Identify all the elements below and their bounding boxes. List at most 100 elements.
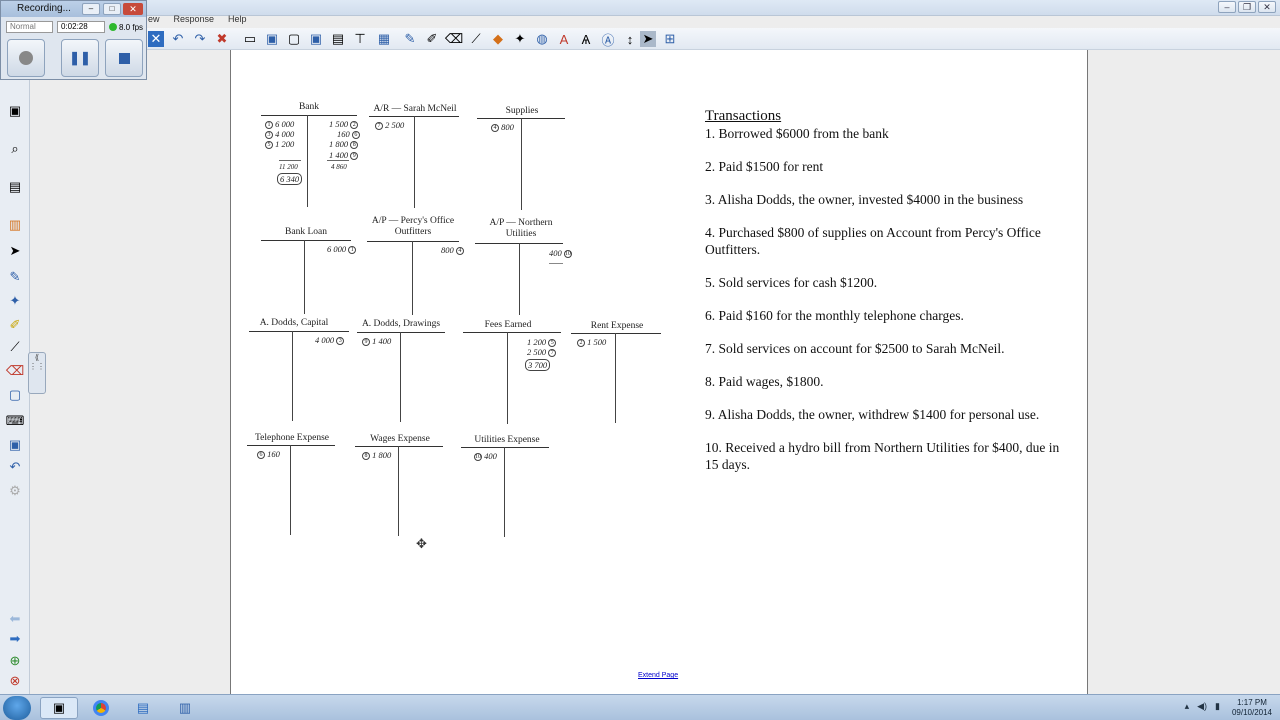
account-title: A. Dodds, Drawings bbox=[361, 319, 441, 329]
display-tool-icon[interactable]: ▣ bbox=[6, 436, 24, 454]
t-stem bbox=[507, 332, 508, 424]
select-icon[interactable]: ➤ bbox=[640, 31, 656, 47]
redo-icon[interactable]: ↷ bbox=[192, 31, 208, 47]
t-account-ap-northern-utilities: A/P — Northern Utilities 400 10 bbox=[475, 218, 579, 316]
transaction-item: 2. Paid $1500 for rent bbox=[705, 159, 824, 174]
entry-ref: 10 bbox=[563, 250, 572, 259]
table-icon[interactable]: ▦ bbox=[376, 31, 392, 47]
minimize-button[interactable]: – bbox=[1218, 1, 1236, 13]
sidebar-handle[interactable]: ⟪ ⋮⋮ bbox=[28, 352, 46, 394]
transaction-item: 3. Alisha Dodds, the owner, invested $40… bbox=[705, 192, 1024, 207]
monitor-icon[interactable]: ▢ bbox=[286, 31, 302, 47]
menu-response[interactable]: Response bbox=[172, 14, 217, 28]
restore-button[interactable]: ❐ bbox=[1238, 1, 1256, 13]
eraser-icon[interactable]: ⌫ bbox=[445, 31, 463, 47]
close-button[interactable]: ✕ bbox=[1258, 1, 1276, 13]
recorder-title-text: Recording... bbox=[17, 3, 71, 14]
line-icon[interactable]: ⟋ bbox=[468, 31, 484, 47]
entry-ref: 7 bbox=[375, 122, 383, 131]
t-stem bbox=[290, 445, 291, 535]
recorder-app-icon[interactable]: ▥ bbox=[166, 697, 204, 719]
highlighter-tool-icon[interactable]: ✐ bbox=[6, 316, 24, 334]
extend-page-link[interactable]: Extend Page bbox=[638, 672, 678, 679]
presentation-icon[interactable]: ▣ bbox=[308, 31, 324, 47]
t-account-rent-expense: Rent Expense 2 1 500 bbox=[571, 321, 663, 425]
recorder-maximize[interactable]: □ bbox=[103, 3, 121, 15]
add-page-icon[interactable]: ⊕ bbox=[6, 652, 24, 670]
settings-icon[interactable]: ⚙ bbox=[6, 482, 24, 500]
eraser-tool-icon[interactable]: ⌫ bbox=[6, 362, 24, 380]
network-icon[interactable]: ▮ bbox=[1215, 701, 1220, 712]
page-sorter-icon[interactable]: ▣ bbox=[6, 102, 24, 120]
entry-amount: 1 400 bbox=[372, 336, 392, 346]
screen-shade-icon[interactable]: ▭ bbox=[242, 31, 258, 47]
shapes-icon[interactable]: ◆ bbox=[490, 31, 506, 47]
whiteboard-canvas[interactable]: Bank 1 6 000 3 4 000 5 1 200 1 500 2 160… bbox=[230, 50, 1088, 694]
gallery-icon[interactable]: ▤ bbox=[6, 178, 24, 196]
menu-bar: ew Response Help bbox=[146, 14, 249, 28]
pen-tool-icon[interactable]: ✎ bbox=[6, 268, 24, 286]
transaction-item: 6. Paid $160 for the monthly telephone c… bbox=[705, 308, 964, 323]
addons-icon[interactable]: ▥ bbox=[6, 216, 24, 234]
entry-amount: 1 800 bbox=[372, 450, 392, 460]
select-tool-icon[interactable]: ➤ bbox=[6, 242, 24, 260]
entry-ref: 1 bbox=[265, 121, 273, 130]
line-tool-icon[interactable]: ⟋ bbox=[6, 338, 24, 356]
t-account-wages-expense: Wages Expense 8 1 800 bbox=[355, 434, 447, 538]
t-account-supplies: Supplies 4 800 bbox=[477, 106, 567, 210]
t-bar bbox=[571, 333, 661, 334]
fill-icon[interactable]: ◍ bbox=[534, 31, 550, 47]
pause-button[interactable]: ❚❚ bbox=[61, 39, 99, 77]
entry-ref: 9 bbox=[350, 152, 359, 161]
display-icon[interactable]: ▣ bbox=[264, 31, 280, 47]
chrome-icon[interactable] bbox=[82, 697, 120, 719]
entry-amount: 400 bbox=[549, 248, 562, 258]
undo-tool-icon[interactable]: ↶ bbox=[6, 458, 24, 476]
document-camera-icon[interactable]: ⊤ bbox=[352, 31, 368, 47]
undo-icon[interactable]: ↶ bbox=[170, 31, 186, 47]
recorder-minimize[interactable]: – bbox=[82, 3, 100, 15]
magic-pen-icon[interactable]: ✦ bbox=[512, 31, 528, 47]
menu-help[interactable]: Help bbox=[226, 14, 249, 28]
move-vertical-icon[interactable]: ↕ bbox=[622, 31, 638, 47]
start-button[interactable] bbox=[3, 696, 31, 720]
recorder-mode-select[interactable]: Normal bbox=[6, 21, 53, 33]
notepad-icon[interactable]: ▤ bbox=[124, 697, 162, 719]
attachments-icon[interactable]: ⌕ bbox=[6, 140, 24, 158]
clock[interactable]: 1:17 PM 09/10/2014 bbox=[1232, 698, 1272, 718]
delete-page-icon[interactable]: ⊗ bbox=[6, 672, 24, 690]
capture-icon[interactable]: ▤ bbox=[330, 31, 346, 47]
balance: 6 340 bbox=[277, 173, 303, 185]
pen-icon[interactable]: ✎ bbox=[402, 31, 418, 47]
highlighter-icon[interactable]: ✐ bbox=[424, 31, 440, 47]
close-page-icon[interactable]: ✕ bbox=[148, 31, 164, 47]
t-account-dodds-drawings: A. Dodds, Drawings 9 1 400 bbox=[357, 319, 447, 423]
menu-view[interactable]: ew bbox=[146, 14, 162, 28]
t-account-telephone-expense: Telephone Expense 6 160 bbox=[247, 433, 339, 537]
clock-time: 1:17 PM bbox=[1237, 698, 1267, 707]
entry-ref: 8 bbox=[350, 141, 359, 150]
tray-arrow-icon[interactable]: ▴ bbox=[1185, 701, 1190, 712]
delete-icon[interactable]: ✖ bbox=[214, 31, 230, 47]
account-title: Rent Expense bbox=[590, 321, 644, 331]
stop-button[interactable] bbox=[105, 39, 143, 77]
t-stem bbox=[307, 115, 308, 207]
next-page-icon[interactable]: ➡ bbox=[6, 630, 24, 648]
properties-icon[interactable]: Ⓐ bbox=[600, 31, 616, 48]
text-icon[interactable]: A bbox=[556, 31, 572, 47]
magic-tool-icon[interactable]: ✦ bbox=[6, 292, 24, 310]
text-tool-icon[interactable]: ▢ bbox=[6, 386, 24, 404]
keyboard-icon[interactable]: ⌨ bbox=[6, 412, 25, 430]
pause-icon: ❚❚ bbox=[69, 50, 91, 65]
record-button[interactable] bbox=[7, 39, 45, 77]
previous-page-icon[interactable]: ⬅ bbox=[6, 610, 24, 628]
transaction-item: 10. Received a hydro bill from Northern … bbox=[705, 440, 1060, 472]
status-dot-icon bbox=[109, 23, 117, 31]
notebook-app-icon[interactable]: ▣ bbox=[40, 697, 78, 719]
entry-ref: 6 bbox=[351, 131, 360, 140]
handwriting-icon[interactable]: Ѧ bbox=[578, 31, 594, 47]
recorder-close[interactable]: ✕ bbox=[123, 3, 143, 15]
volume-icon[interactable]: ◀) bbox=[1197, 701, 1207, 712]
entry-amount: 4 000 bbox=[275, 129, 295, 139]
more-tools-icon[interactable]: ⊞ bbox=[662, 31, 678, 47]
